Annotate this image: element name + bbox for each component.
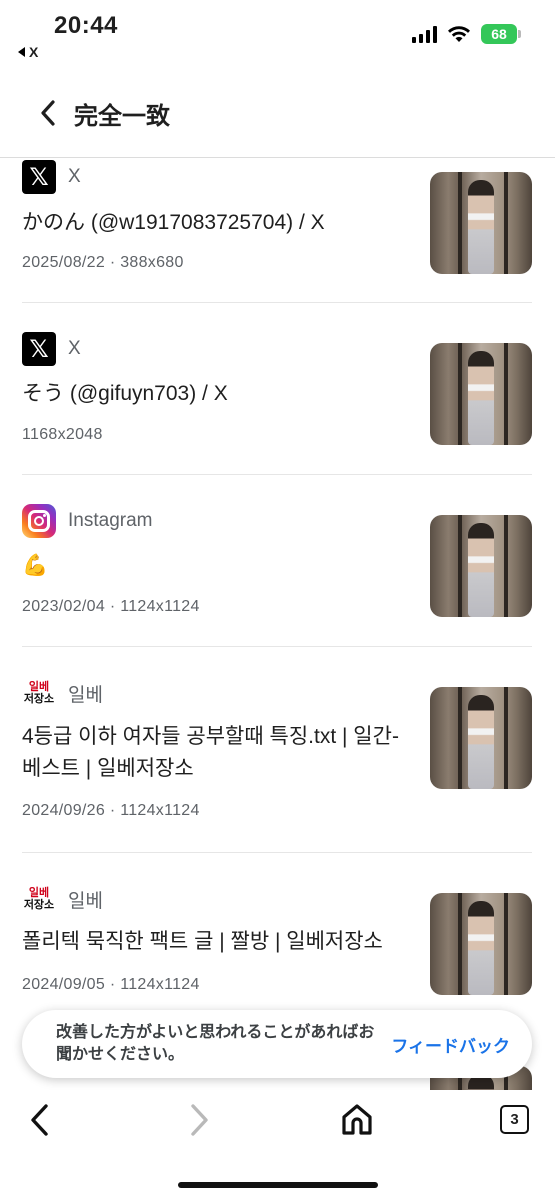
cellular-signal-icon: [412, 25, 437, 43]
x-logo-icon: 𝕏: [22, 160, 56, 194]
ilbe-logo-line1: 일베: [28, 887, 50, 899]
result-title[interactable]: 💪: [22, 550, 402, 582]
result-thumbnail[interactable]: [430, 172, 532, 274]
results-list: 𝕏 X かのん (@w1917083725704) / X 2025/08/22…: [0, 158, 555, 1090]
divider: [22, 474, 532, 475]
result-item[interactable]: 𝕏 X かのん (@w1917083725704) / X 2025/08/22…: [22, 160, 532, 290]
result-title[interactable]: 4등급 이하 여자들 공부할때 특징.txt | 일간-베스트 | 일베저장소: [22, 721, 402, 785]
x-logo-icon: 𝕏: [22, 332, 56, 366]
page-header: 完全一致: [0, 86, 555, 156]
status-time: 20:44: [54, 12, 118, 39]
back-app-label: X: [29, 44, 39, 60]
instagram-logo-icon: [22, 504, 56, 538]
home-icon[interactable]: [340, 1102, 374, 1136]
result-title[interactable]: かのん (@w1917083725704) / X: [22, 207, 402, 239]
feedback-banner: 改善した方がよいと思われることがあればお聞かせください。 フィードバック: [22, 1010, 532, 1078]
result-title[interactable]: 폴리텍 묵직한 팩트 글 | 짤방 | 일베저장소: [22, 926, 402, 958]
home-indicator: [178, 1182, 378, 1188]
source-name: 일베: [68, 684, 103, 706]
ilbe-logo-line2: 저장소: [23, 899, 55, 911]
wifi-icon: [448, 26, 470, 42]
source-name: Instagram: [68, 510, 153, 531]
result-meta: 2024/09/26 · 1124x1124: [22, 802, 200, 819]
divider: [22, 852, 532, 853]
forward-nav-icon[interactable]: [184, 1102, 214, 1138]
tabs-button[interactable]: 3: [500, 1105, 529, 1134]
ilbe-logo-icon: 일베 저장소: [22, 676, 56, 710]
result-meta: 2024/09/05 · 1124x1124: [22, 976, 200, 993]
result-title[interactable]: そう (@gifuyn703) / X: [22, 378, 402, 410]
page-title: 完全一致: [74, 103, 170, 130]
feedback-text: 改善した方がよいと思われることがあればお聞かせください。: [56, 1024, 375, 1063]
feedback-button[interactable]: フィードバック: [391, 1032, 510, 1057]
battery-level: 68: [491, 26, 507, 42]
result-item[interactable]: 일베 저장소 일베 4등급 이하 여자들 공부할때 특징.txt | 일간-베스…: [22, 676, 532, 836]
bottom-navigation: 3: [0, 1090, 555, 1200]
source-name: X: [68, 338, 81, 359]
result-thumbnail[interactable]: [430, 515, 532, 617]
result-item[interactable]: 𝕏 X そう (@gifuyn703) / X 1168x2048: [22, 332, 532, 462]
result-meta: 1168x2048: [22, 426, 103, 443]
result-item[interactable]: 일베 저장소 일베 폴리텍 묵직한 팩트 글 | 짤방 | 일베저장소 2024…: [22, 882, 532, 1012]
result-item[interactable]: Instagram 💪 2023/02/04 · 1124x1124: [22, 504, 532, 634]
result-thumbnail[interactable]: [430, 343, 532, 445]
divider: [22, 646, 532, 647]
back-to-app-button[interactable]: X: [18, 44, 38, 60]
back-triangle-icon: [18, 47, 25, 57]
status-indicators: 68: [412, 24, 521, 44]
ilbe-logo-icon: 일베 저장소: [22, 882, 56, 916]
back-nav-icon[interactable]: [26, 1102, 56, 1138]
source-name: X: [68, 166, 81, 187]
divider: [22, 302, 532, 303]
ilbe-logo-line2: 저장소: [23, 693, 55, 705]
source-name: 일베: [68, 890, 103, 912]
result-thumbnail[interactable]: [430, 687, 532, 789]
result-meta: 2023/02/04 · 1124x1124: [22, 598, 200, 615]
back-arrow-icon[interactable]: [34, 98, 64, 128]
result-meta: 2025/08/22 · 388x680: [22, 254, 184, 271]
battery-icon: 68: [481, 24, 521, 44]
ilbe-logo-line1: 일베: [28, 681, 50, 693]
result-thumbnail[interactable]: [430, 893, 532, 995]
status-bar: 20:44 X 68: [0, 0, 555, 70]
